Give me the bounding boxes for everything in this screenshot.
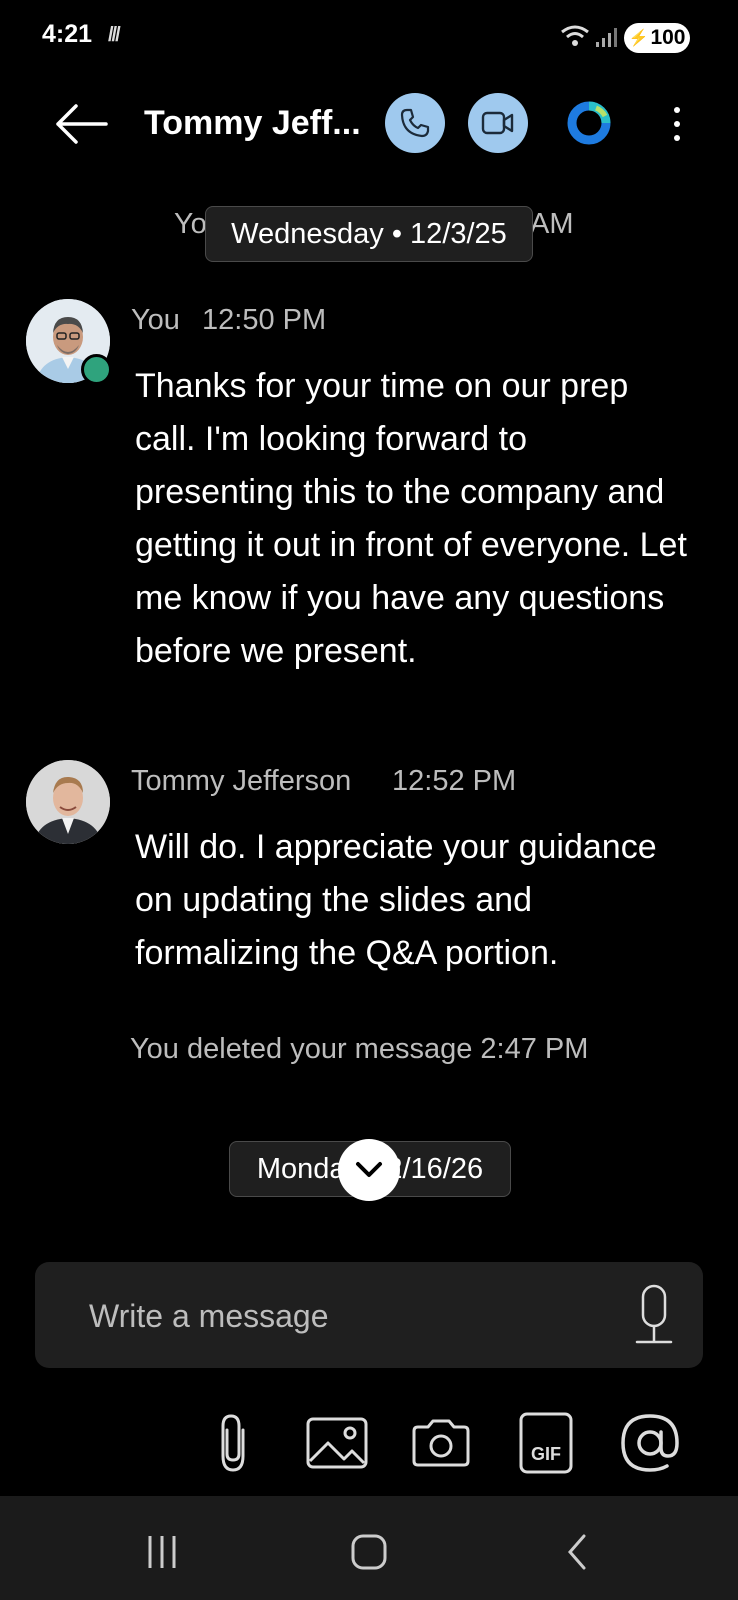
message-sender: You: [131, 304, 180, 336]
copilot-button[interactable]: [566, 100, 612, 146]
presence-available-icon: [81, 354, 112, 385]
obscured-text-suffix: AM: [530, 208, 574, 240]
more-options-button[interactable]: [662, 104, 692, 144]
video-call-button[interactable]: [468, 93, 528, 153]
paperclip-icon: [221, 1414, 245, 1472]
status-notification-icon: ///: [108, 24, 121, 46]
avatar-tommy-jefferson[interactable]: [26, 760, 110, 844]
svg-text:GIF: GIF: [531, 1444, 561, 1464]
battery-level: 100: [650, 26, 686, 49]
scroll-to-bottom-button[interactable]: [338, 1139, 400, 1201]
more-vertical-icon: [674, 107, 680, 141]
gif-button[interactable]: GIF: [513, 1410, 579, 1476]
message-timestamp: 12:50 PM: [202, 304, 327, 336]
at-sign-icon: [621, 1414, 679, 1472]
phone-icon: [400, 108, 430, 138]
message-composer: [35, 1262, 703, 1370]
copilot-icon: [567, 101, 611, 145]
audio-call-button[interactable]: [385, 93, 445, 153]
obscured-text-prefix: Yo: [174, 208, 207, 240]
battery-charging-icon: ⚡: [628, 30, 649, 47]
camera-button[interactable]: [408, 1410, 474, 1476]
image-icon: [306, 1417, 368, 1469]
chevron-left-icon: [568, 1534, 586, 1570]
message-sender: Tommy Jefferson: [131, 765, 352, 797]
camera-icon: [412, 1419, 470, 1467]
chevron-down-icon: [356, 1162, 382, 1177]
message-body[interactable]: Thanks for your time on our prep call. I…: [135, 360, 695, 678]
chat-title[interactable]: Tommy Jeff...: [144, 104, 361, 143]
recents-icon: [148, 1536, 176, 1568]
signal-icon: [596, 28, 617, 47]
person-photo-icon: [26, 760, 110, 844]
insert-image-button[interactable]: [304, 1410, 370, 1476]
home-icon: [351, 1534, 387, 1570]
voice-message-button[interactable]: [631, 1284, 677, 1346]
attach-file-button[interactable]: [200, 1410, 266, 1476]
system-back-button[interactable]: [548, 1530, 608, 1574]
back-button[interactable]: [52, 100, 110, 148]
mention-button[interactable]: [617, 1410, 683, 1476]
deleted-message-note: You deleted your message 2:47 PM: [130, 1033, 589, 1065]
status-time: 4:21: [42, 20, 93, 48]
message-timestamp: 12:52 PM: [392, 765, 517, 797]
message-input[interactable]: [87, 1262, 611, 1370]
date-divider: Wednesday • 12/3/25: [205, 206, 533, 262]
home-button[interactable]: [339, 1530, 399, 1574]
wifi-icon: [561, 25, 589, 46]
microphone-icon: [635, 1284, 673, 1344]
recent-apps-button[interactable]: [132, 1530, 192, 1574]
arrow-left-icon: [56, 104, 108, 144]
video-camera-icon: [481, 111, 514, 135]
message-body[interactable]: Will do. I appreciate your guidance on u…: [135, 821, 695, 980]
gif-icon: GIF: [519, 1412, 573, 1474]
battery-indicator: ⚡ 100: [624, 23, 690, 53]
